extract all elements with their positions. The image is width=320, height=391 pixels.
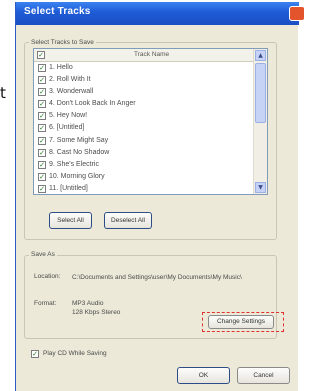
track-row[interactable]: ✓ 4. Don't Look Back In Anger [34, 98, 255, 110]
track-checkbox[interactable]: ✓ [38, 172, 46, 181]
select-tracks-group-label: Select Tracks to Save [29, 39, 96, 46]
track-row[interactable]: ✓ 5. Hey Now! [34, 110, 255, 122]
track-name: 4. Don't Look Back In Anger [49, 100, 136, 108]
select-all-button[interactable]: Select All [49, 212, 92, 229]
background-text: t [0, 84, 6, 102]
track-name: 7. Some Might Say [49, 136, 109, 144]
track-name: 5. Hey Now! [49, 112, 88, 120]
track-rows: ✓ 1. Hello ✓ 2. Roll With It ✓ 3. Wonderwall ✓… [34, 62, 255, 194]
play-cd-checkbox[interactable]: ✓ [31, 350, 39, 358]
track-row[interactable]: ✓ 3. Wonderwall [34, 86, 255, 98]
select-all-header-checkbox[interactable]: ✓ [37, 51, 45, 59]
scroll-up-button[interactable]: ▲ [255, 50, 266, 61]
title-bar[interactable]: Select Tracks [16, 2, 305, 25]
track-checkbox[interactable]: ✓ [38, 88, 46, 97]
track-checkbox[interactable]: ✓ [38, 76, 46, 85]
location-value: C:\Documents and Settings\user\My Docume… [72, 274, 242, 281]
format-detail: 128 Kbps Stereo [72, 309, 121, 316]
track-name: 10. Morning Glory [49, 172, 105, 180]
cancel-button[interactable]: Cancel [237, 367, 290, 384]
track-checkbox[interactable]: ✓ [38, 184, 46, 193]
track-checkbox[interactable]: ✓ [38, 148, 46, 157]
ok-button[interactable]: OK [177, 367, 230, 384]
format-value: MP3 Audio [72, 300, 104, 307]
track-row[interactable]: ✓ 6. [Untitled] [34, 122, 255, 134]
track-checkbox[interactable]: ✓ [38, 160, 46, 169]
track-name: 6. [Untitled] [49, 124, 85, 132]
track-name: 1. Hello [49, 64, 73, 71]
track-name: 3. Wonderwall [49, 88, 94, 96]
track-row[interactable]: ✓ 9. She's Electric [34, 159, 255, 171]
deselect-all-button[interactable]: Deselect All [104, 212, 152, 229]
format-label: Format: [34, 300, 57, 307]
track-row[interactable]: ✓ 2. Roll With It [34, 74, 255, 86]
track-name: 2. Roll With It [49, 76, 91, 84]
close-button[interactable] [289, 6, 305, 21]
location-label: Location: [34, 273, 61, 280]
track-checkbox[interactable]: ✓ [38, 124, 46, 133]
dialog-title: Select Tracks [24, 6, 91, 17]
track-row[interactable]: ✓ 11. [Untitled] [34, 183, 255, 194]
track-row[interactable]: ✓ 10. Morning Glory [34, 171, 255, 183]
play-cd-label[interactable]: Play CD While Saving [43, 350, 107, 357]
track-name: 8. Cast No Shadow [49, 148, 110, 156]
track-checkbox[interactable]: ✓ [38, 136, 46, 145]
change-settings-highlight [202, 312, 284, 332]
scroll-thumb[interactable] [255, 63, 266, 123]
track-list-header[interactable]: ✓ Track Name [34, 49, 255, 62]
track-checkbox[interactable]: ✓ [38, 64, 46, 72]
save-as-group-label: Save As [29, 251, 57, 258]
track-row[interactable]: ✓ 7. Some Might Say [34, 135, 255, 147]
track-list[interactable]: ✓ Track Name ✓ 1. Hello ✓ 2. Roll With It ✓ 3… [33, 48, 268, 195]
track-row[interactable]: ✓ 1. Hello [34, 62, 255, 74]
select-tracks-dialog: Select Tracks Select Tracks to Save ✓ Tr… [15, 2, 305, 391]
track-checkbox[interactable]: ✓ [38, 100, 46, 109]
scroll-down-button[interactable]: ▼ [255, 182, 266, 193]
track-checkbox[interactable]: ✓ [38, 112, 46, 121]
track-name: 11. [Untitled] [49, 184, 88, 192]
track-row[interactable]: ✓ 8. Cast No Shadow [34, 147, 255, 159]
track-list-scrollbar[interactable]: ▲ ▼ [253, 49, 267, 194]
track-name: 9. She's Electric [49, 160, 99, 168]
track-name-column-header[interactable]: Track Name [134, 51, 169, 58]
